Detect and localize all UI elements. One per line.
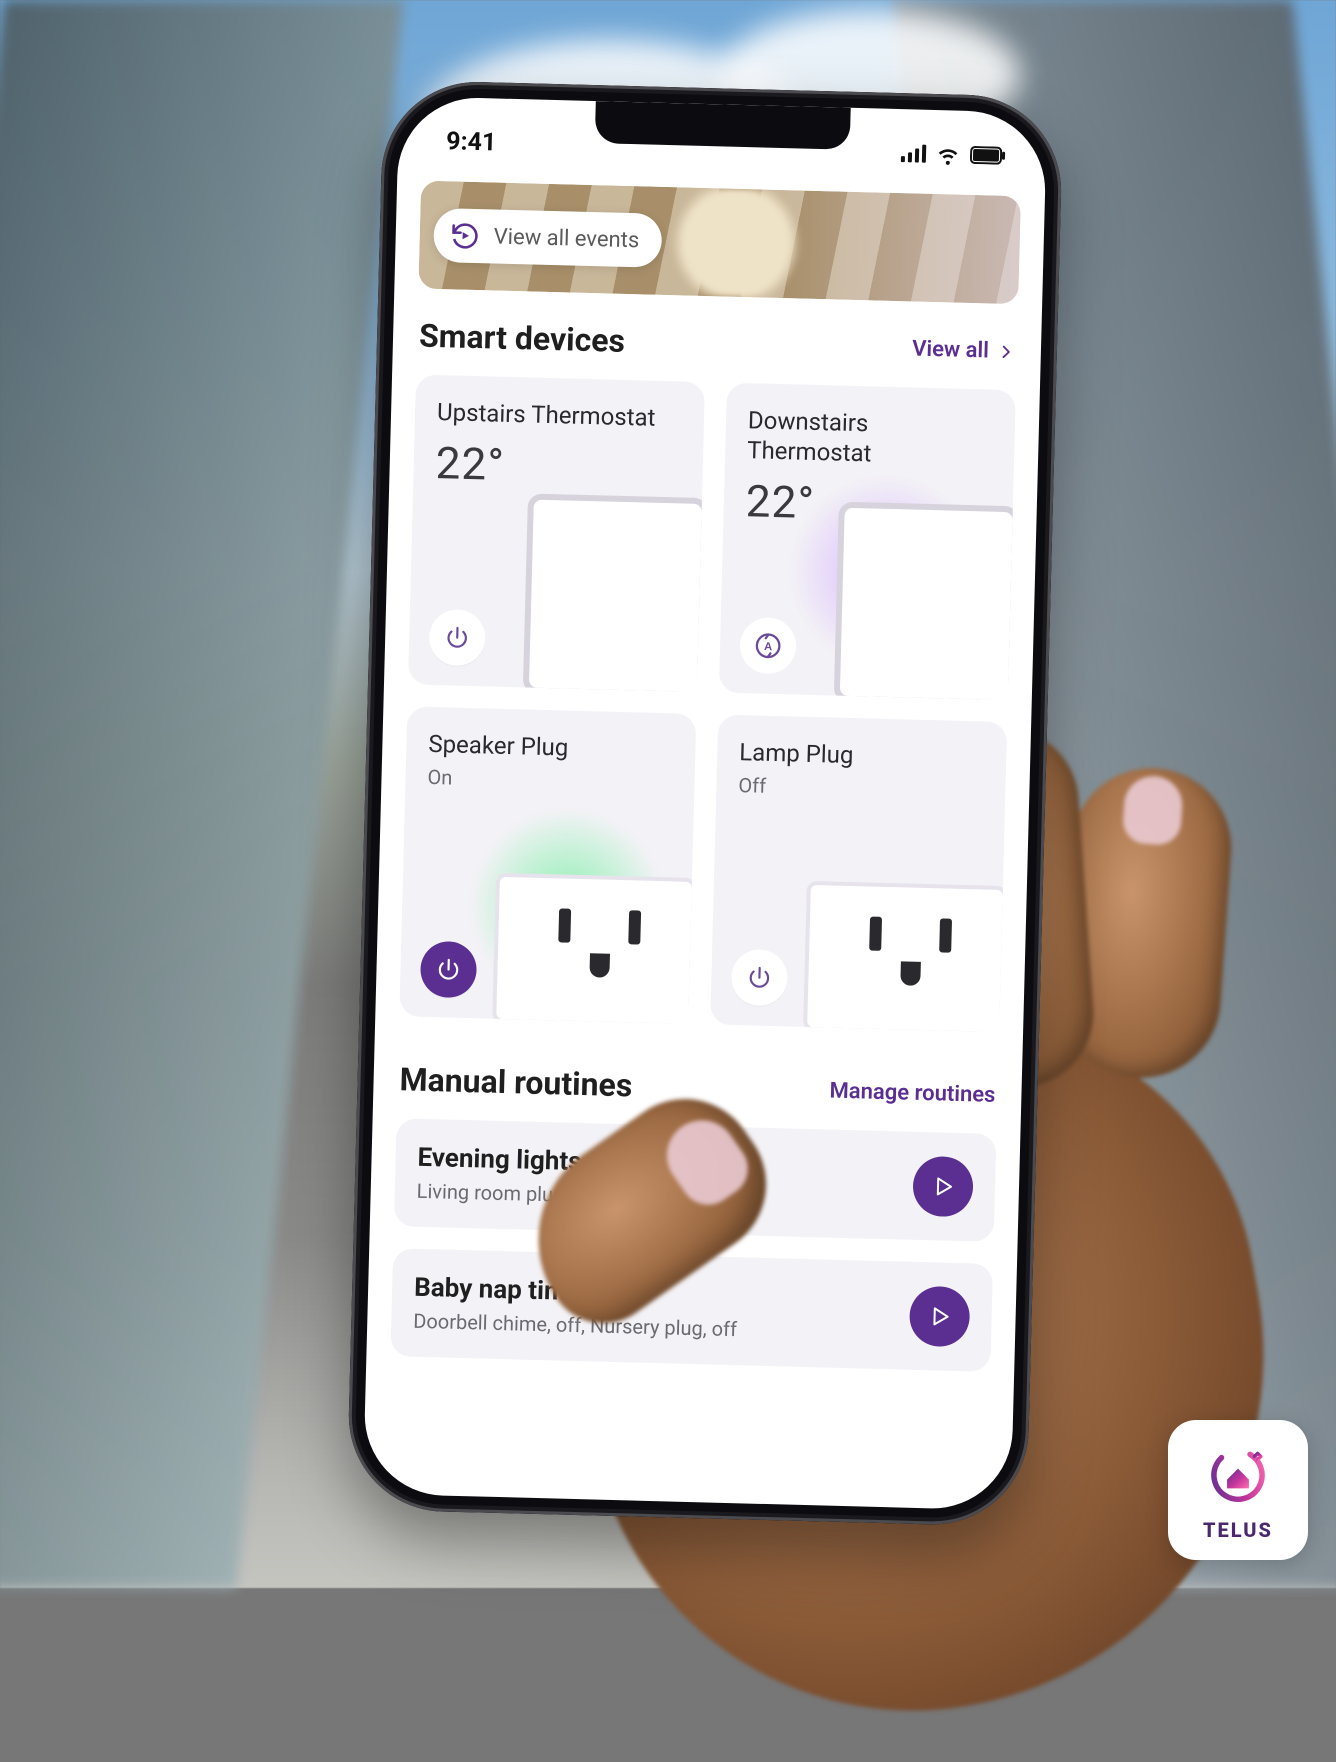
events-strip[interactable]: View all events: [418, 181, 1021, 305]
phone-frame: 9:41: [346, 80, 1063, 1527]
chevron-right-icon: [997, 342, 1015, 360]
app-content: View all events Smart devices View all U…: [363, 96, 1047, 1510]
device-status: Off: [738, 773, 986, 803]
device-name: Downstairs Thermostat: [747, 405, 995, 471]
power-button[interactable]: [420, 941, 477, 998]
device-card-lamp-plug[interactable]: Lamp Plug Off: [710, 715, 1007, 1032]
routine-texts: Evening lights Living room plug: [416, 1143, 582, 1207]
routine-name: Evening lights: [417, 1143, 582, 1177]
section-title: Manual routines: [399, 1060, 633, 1104]
cellular-signal-icon: [901, 144, 926, 163]
smart-devices-header: Smart devices View all: [419, 317, 1016, 371]
phone-notch: [595, 101, 851, 150]
status-time: 9:41: [446, 127, 497, 157]
thermostat-device-illustration: [834, 502, 1016, 700]
power-button[interactable]: [428, 609, 485, 666]
wifi-icon: [936, 142, 961, 167]
device-status: On: [427, 765, 675, 795]
view-all-events-label: View all events: [493, 224, 639, 253]
device-card-downstairs-thermostat[interactable]: Downstairs Thermostat 22° A: [719, 383, 1016, 700]
telus-brand-label: TELUS: [1203, 1518, 1273, 1542]
routine-name: Baby nap time: [414, 1273, 738, 1311]
device-card-upstairs-thermostat[interactable]: Upstairs Thermostat 22°: [408, 374, 705, 691]
manage-routines-link[interactable]: Manage routines: [829, 1078, 995, 1107]
battery-icon: [970, 146, 1006, 165]
telus-app-badge: TELUS: [1168, 1420, 1308, 1560]
plug-device-illustration: [492, 873, 696, 1024]
device-name: Upstairs Thermostat: [437, 397, 685, 433]
device-name: Lamp Plug: [739, 737, 987, 773]
routines-header: Manual routines Manage routines: [399, 1060, 996, 1114]
phone-screen: 9:41: [363, 96, 1047, 1510]
replay-icon: [447, 218, 482, 253]
routine-baby-nap-time[interactable]: Baby nap time Doorbell chime, off, Nurse…: [390, 1248, 993, 1372]
power-button[interactable]: [731, 949, 788, 1006]
view-all-label: View all: [912, 336, 989, 363]
plug-device-illustration: [803, 881, 1007, 1032]
routine-description: Living room plug: [416, 1179, 581, 1207]
routine-evening-lights[interactable]: Evening lights Living room plug: [394, 1118, 997, 1242]
device-temperature: 22°: [435, 437, 683, 495]
section-title: Smart devices: [419, 317, 626, 360]
view-all-devices-link[interactable]: View all: [912, 336, 1015, 364]
routine-texts: Baby nap time Doorbell chime, off, Nurse…: [413, 1273, 738, 1341]
device-name: Speaker Plug: [428, 729, 676, 765]
device-card-speaker-plug[interactable]: Speaker Plug On: [399, 706, 696, 1023]
view-all-events-button[interactable]: View all events: [433, 208, 662, 268]
routine-description: Doorbell chime, off, Nursery plug, off: [413, 1309, 737, 1341]
thermostat-device-illustration: [523, 493, 705, 691]
run-routine-button[interactable]: [912, 1156, 974, 1218]
telus-home-icon: [1203, 1438, 1273, 1512]
manage-routines-label: Manage routines: [829, 1078, 995, 1107]
status-icons: [901, 141, 1007, 168]
run-routine-button[interactable]: [909, 1286, 971, 1348]
svg-text:A: A: [764, 641, 772, 653]
auto-mode-button[interactable]: A: [739, 617, 796, 674]
device-grid: Upstairs Thermostat 22° Downstairs Therm…: [399, 374, 1016, 1031]
